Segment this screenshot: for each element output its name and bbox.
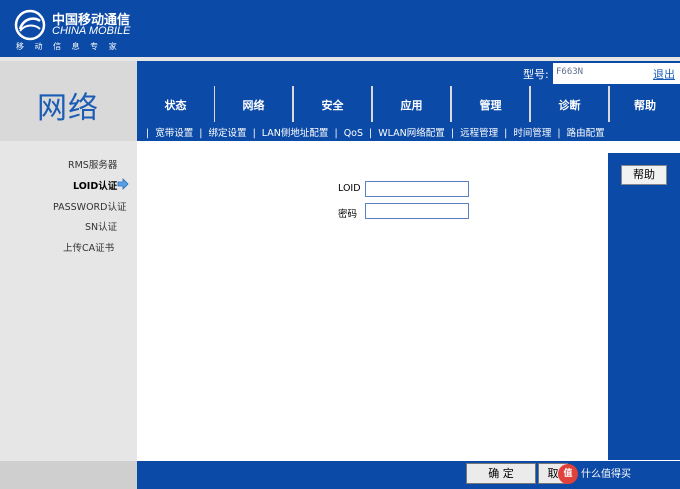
password-input[interactable] xyxy=(365,203,469,219)
confirm-button[interactable]: 确 定 xyxy=(466,463,536,484)
tab-management[interactable]: 管理 xyxy=(452,86,529,122)
sub-navigation: | 宽带设置 | 绑定设置 | LAN侧地址配置 | QoS | WLAN网络配… xyxy=(137,122,680,141)
section-title: 网络 xyxy=(37,91,99,126)
tab-diagnostics[interactable]: 诊断 xyxy=(531,86,608,122)
side-item-rms-server[interactable]: RMS服务器 xyxy=(68,157,117,171)
subnav-separator: | xyxy=(369,128,373,139)
tab-application[interactable]: 应用 xyxy=(373,86,450,122)
main-content: LOID 密码 xyxy=(137,149,608,460)
side-item-loid-auth[interactable]: LOID认证 xyxy=(73,178,117,192)
subnav-time[interactable]: 时间管理 xyxy=(513,128,551,139)
main-tabs: 状态 网络 安全 应用 管理 诊断 帮助 xyxy=(137,86,680,122)
bottom-left-bar xyxy=(0,461,137,489)
help-button[interactable]: 帮助 xyxy=(621,165,667,185)
subnav-qos[interactable]: QoS xyxy=(344,128,363,139)
brand-name-en: CHINA MOBILE xyxy=(52,25,131,37)
model-label: 型号: xyxy=(523,68,549,81)
loid-label: LOID xyxy=(338,183,361,194)
tab-security[interactable]: 安全 xyxy=(294,86,371,122)
watermark: 值什么值得买 xyxy=(558,461,631,489)
brand-tagline: 移 动 信 息 专 家 xyxy=(16,42,121,51)
subnav-separator: | xyxy=(334,128,338,139)
loid-input[interactable] xyxy=(365,181,469,197)
watermark-text: 什么值得买 xyxy=(581,469,631,480)
subnav-binding[interactable]: 绑定设置 xyxy=(209,128,247,139)
subnav-separator: | xyxy=(557,128,561,139)
model-value-box: F663N xyxy=(553,63,627,84)
subnav-broadband[interactable]: 宽带设置 xyxy=(155,128,193,139)
watermark-badge: 值 xyxy=(558,464,578,484)
china-mobile-logo-icon xyxy=(14,9,46,41)
right-help-panel: 帮助 xyxy=(608,153,680,460)
subnav-separator: | xyxy=(252,128,256,139)
device-info-bar: 型号: F663N 退出 xyxy=(137,61,680,86)
subnav-routing[interactable]: 路由配置 xyxy=(567,128,605,139)
section-title-panel: 网络 xyxy=(0,61,137,141)
logout-link[interactable]: 退出 xyxy=(653,66,675,82)
tab-status[interactable]: 状态 xyxy=(137,86,214,122)
model-value: F663N xyxy=(556,67,584,77)
side-item-upload-ca[interactable]: 上传CA证书 xyxy=(63,240,114,254)
subnav-wlan[interactable]: WLAN网络配置 xyxy=(378,128,445,139)
subnav-separator: | xyxy=(504,128,508,139)
router-admin-page: 中国移动通信 CHINA MOBILE 移 动 信 息 专 家 网络 型号: F… xyxy=(0,0,680,489)
arrow-right-icon xyxy=(117,178,129,190)
subnav-separator: | xyxy=(450,128,455,139)
top-header: 中国移动通信 CHINA MOBILE 移 动 信 息 专 家 xyxy=(0,0,680,57)
password-label: 密码 xyxy=(338,209,358,220)
subnav-remote-management[interactable]: 远程管理 xyxy=(460,128,498,139)
subnav-lan-address[interactable]: LAN侧地址配置 xyxy=(262,128,329,139)
subnav-separator: | xyxy=(199,128,203,139)
side-item-password-auth[interactable]: PASSWORD认证 xyxy=(53,199,126,213)
tab-help[interactable]: 帮助 xyxy=(610,86,680,122)
subnav-separator: | xyxy=(146,128,150,139)
logout-area: 退出 xyxy=(627,63,680,84)
tab-network[interactable]: 网络 xyxy=(215,86,292,122)
side-item-sn-auth[interactable]: SN认证 xyxy=(85,219,117,233)
